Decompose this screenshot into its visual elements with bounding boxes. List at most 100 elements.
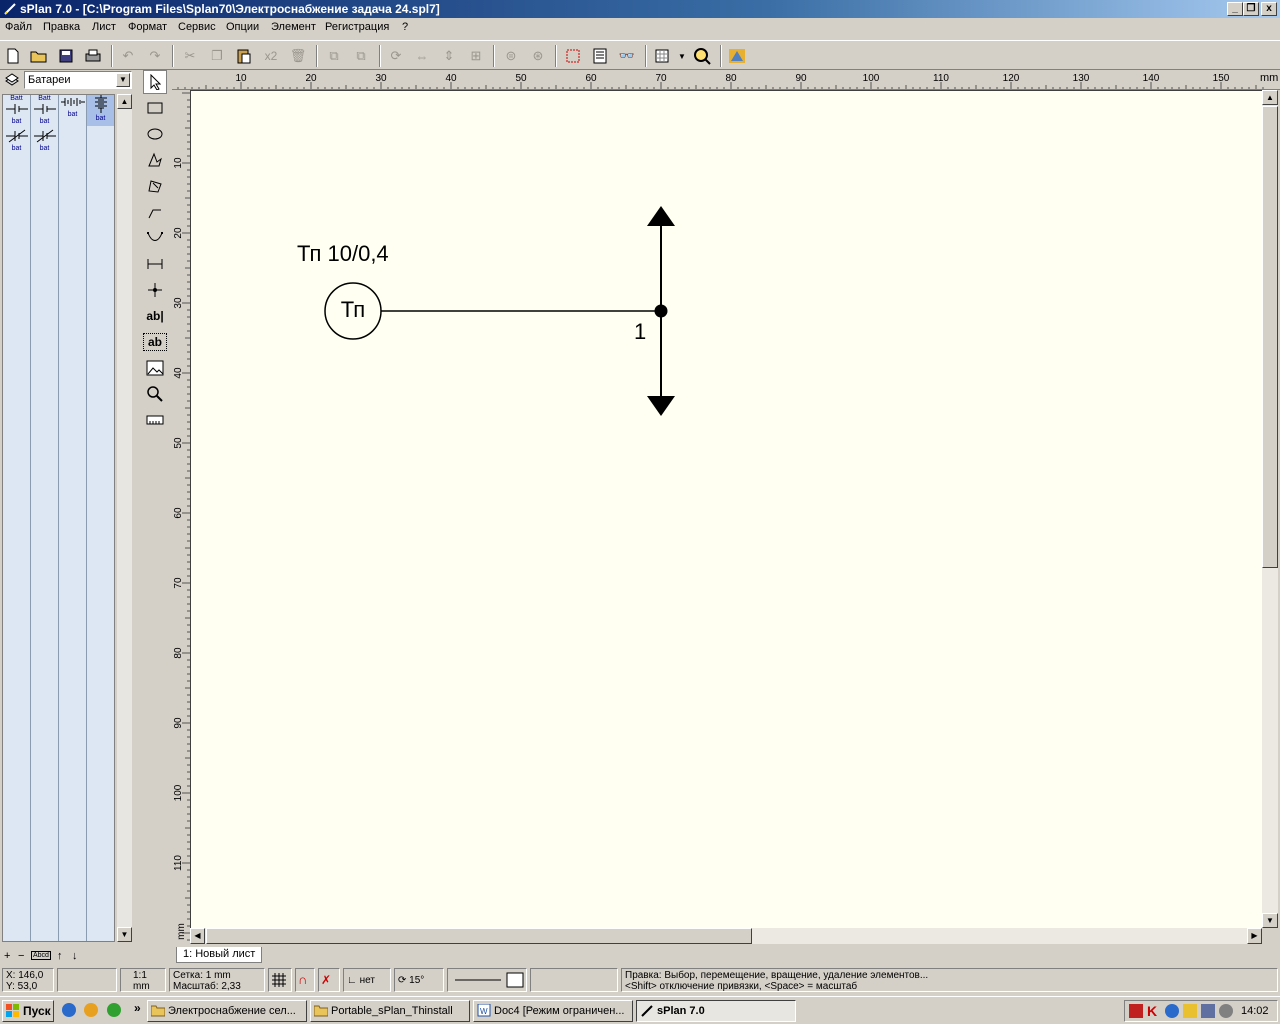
text-icon[interactable]: ab| [143, 304, 167, 328]
menu-format[interactable]: Формат [128, 21, 167, 33]
taskbar-item[interactable]: W Doc4 [Режим ограничен... [473, 1000, 633, 1022]
battery-pack-component[interactable]: bat [59, 95, 86, 126]
library-select[interactable]: Батареи ▼ [24, 71, 132, 89]
rectangle-icon[interactable] [143, 96, 167, 120]
magnifier-icon[interactable] [143, 382, 167, 406]
print-icon[interactable] [83, 46, 103, 66]
mirror-vertical-icon[interactable]: ⇕ [439, 46, 459, 66]
shield-tray-icon[interactable] [1129, 1004, 1143, 1018]
network-tray-icon[interactable] [1165, 1004, 1179, 1018]
new-file-icon[interactable] [3, 46, 23, 66]
tray-icon[interactable] [1183, 1004, 1197, 1018]
avast-quicklaunch-icon[interactable] [84, 1003, 98, 1017]
canvas-horizontal-scrollbar[interactable]: ◀ ▶ [190, 928, 1262, 944]
battery-component[interactable]: Batt bat [3, 95, 30, 126]
paste-icon[interactable] [234, 46, 254, 66]
text-frame-icon[interactable]: ab [143, 333, 167, 351]
snap-off-icon[interactable]: ✗ [318, 968, 340, 992]
scroll-up-icon[interactable]: ▲ [117, 94, 132, 109]
canvas-vertical-scrollbar[interactable]: ▲ ▼ [1262, 90, 1278, 928]
rotation-step-control[interactable]: ⟳ 15° [394, 968, 444, 992]
cut-icon[interactable]: ✂ [180, 46, 200, 66]
variable-battery-component[interactable]: bat [3, 127, 30, 158]
taskbar-item[interactable]: Portable_sPlan_Thinstall [310, 1000, 470, 1022]
vertical-scroll-thumb[interactable] [1262, 106, 1278, 568]
angle-snap-control[interactable]: ∟ нет [343, 968, 391, 992]
menu-registration[interactable]: Регистрация [325, 21, 389, 33]
group-icon[interactable]: ⧉ [324, 46, 344, 66]
rename-library-button[interactable]: Abcd [31, 951, 51, 960]
variable-battery-component[interactable]: bat [31, 127, 58, 158]
library-layers-icon[interactable] [4, 72, 20, 88]
chevron-down-icon[interactable]: ▼ [116, 73, 130, 87]
filled-polygon-icon[interactable] [143, 174, 167, 198]
move-down-button[interactable]: ↓ [72, 950, 78, 962]
scroll-down-icon[interactable]: ▼ [1262, 913, 1278, 928]
copy-icon[interactable]: ❐ [207, 46, 227, 66]
line-icon[interactable] [143, 200, 167, 224]
measure-icon[interactable] [143, 408, 167, 432]
sheet-tab[interactable]: 1: Новый лист [176, 947, 263, 963]
taskbar-item-active[interactable]: sPlan 7.0 [636, 1000, 796, 1022]
delete-icon[interactable]: 🗑 [288, 46, 308, 66]
battery-component[interactable]: Batt bat [31, 95, 58, 126]
save-icon[interactable] [56, 46, 76, 66]
redo-icon[interactable]: ↷ [145, 46, 165, 66]
move-up-button[interactable]: ↑ [57, 950, 63, 962]
unlock-icon[interactable]: ⊛ [528, 46, 548, 66]
close-button[interactable]: x [1261, 2, 1277, 16]
ellipse-icon[interactable] [143, 122, 167, 146]
magnet-snap-icon[interactable]: ∩ [295, 968, 315, 992]
open-folder-icon[interactable] [29, 46, 49, 66]
select-frame-icon[interactable] [563, 46, 583, 66]
menu-edit[interactable]: Правка [43, 21, 80, 33]
dimension-icon[interactable] [143, 252, 167, 276]
line-style-selector[interactable] [447, 968, 527, 992]
drawing-canvas[interactable]: Тп 10/0,4 Тп 1 [190, 90, 1262, 928]
app-quicklaunch-icon[interactable] [107, 1003, 121, 1017]
taskbar-item[interactable]: Электроснабжение сел... [147, 1000, 307, 1022]
horizontal-scroll-thumb[interactable] [206, 928, 752, 944]
quicklaunch-more-button[interactable]: » [134, 1001, 141, 1015]
menu-file[interactable]: Файл [5, 21, 32, 33]
scroll-up-icon[interactable]: ▲ [1262, 90, 1278, 105]
restore-button[interactable]: ❐ [1243, 2, 1259, 16]
grid-icon[interactable] [652, 46, 672, 66]
image-icon[interactable] [143, 356, 167, 380]
select-arrow-icon[interactable] [143, 70, 167, 94]
menu-options[interactable]: Опции [226, 21, 259, 33]
lock-icon[interactable]: ⊜ [501, 46, 521, 66]
zoom-icon[interactable] [692, 46, 712, 66]
remove-library-button[interactable]: − [18, 950, 24, 962]
browser-quicklaunch-icon[interactable] [62, 1003, 76, 1017]
rotate-icon[interactable]: ⟳ [386, 46, 406, 66]
minimize-button[interactable]: _ [1227, 2, 1243, 16]
menu-sheet[interactable]: Лист [92, 21, 116, 33]
tray-icon[interactable] [1201, 1004, 1215, 1018]
bezier-icon[interactable] [143, 226, 167, 250]
menu-element[interactable]: Элемент [271, 21, 316, 33]
start-button[interactable]: Пуск [2, 1000, 54, 1022]
add-library-button[interactable]: + [4, 950, 10, 962]
polygon-icon[interactable] [143, 148, 167, 172]
scroll-left-icon[interactable]: ◀ [190, 928, 205, 944]
copy-multiple-icon[interactable]: x2 [261, 46, 281, 66]
undo-icon[interactable]: ↶ [118, 46, 138, 66]
search-binoculars-icon[interactable]: 👓 [617, 46, 637, 66]
scroll-right-icon[interactable]: ▶ [1247, 928, 1262, 944]
battery-stack-component[interactable]: bat [87, 95, 114, 126]
volume-tray-icon[interactable] [1219, 1004, 1233, 1018]
grid-dropdown-arrow-icon[interactable]: ▼ [675, 46, 689, 66]
library-scrollbar[interactable]: ▲ ▼ [117, 94, 132, 942]
component-editor-icon[interactable] [727, 46, 747, 66]
menu-help[interactable]: ? [402, 21, 408, 33]
align-icon[interactable]: ⊞ [466, 46, 486, 66]
scroll-down-icon[interactable]: ▼ [117, 927, 132, 942]
junction-icon[interactable] [143, 278, 167, 302]
ungroup-icon[interactable]: ⧉ [351, 46, 371, 66]
menu-service[interactable]: Сервис [178, 21, 216, 33]
mirror-horizontal-icon[interactable]: ⇔ [412, 46, 432, 66]
parts-list-icon[interactable] [590, 46, 610, 66]
grid-toggle-icon[interactable] [268, 968, 292, 992]
kaspersky-tray-icon[interactable]: K [1147, 1003, 1157, 1019]
